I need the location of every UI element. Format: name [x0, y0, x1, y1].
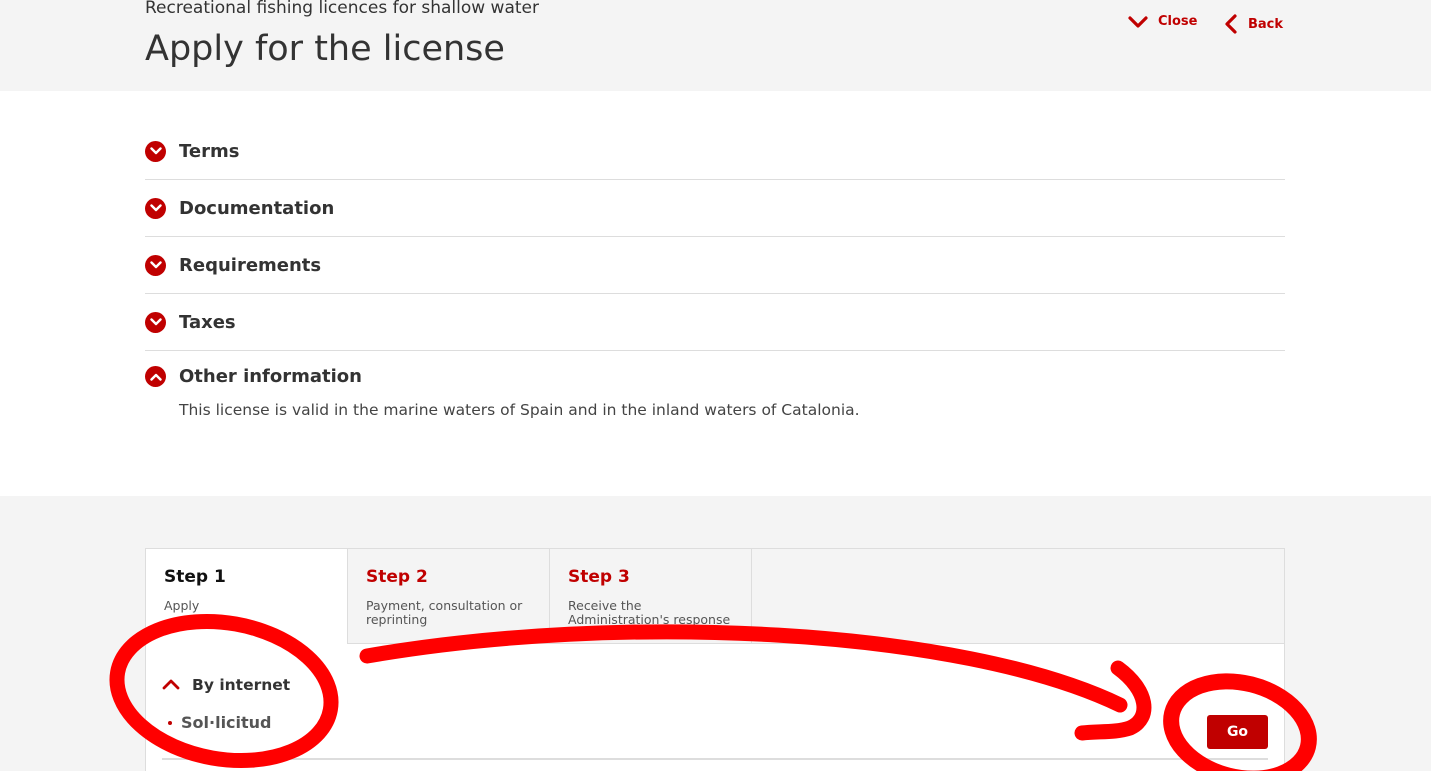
tab-step-2[interactable]: Step 2 Payment, consultation or reprinti…	[348, 549, 550, 644]
chevron-down-circle-icon	[145, 140, 166, 162]
accordion-label: Requirements	[179, 254, 322, 276]
accordion-item-terms[interactable]: Terms	[145, 123, 1285, 180]
chevron-down-icon	[1128, 15, 1148, 29]
accordion-label: Documentation	[179, 197, 335, 219]
accordion-item-other-information[interactable]: Other information This license is valid …	[145, 351, 1285, 419]
steps-tabs: Step 1 Apply Step 2 Payment, consultatio…	[146, 549, 1284, 644]
back-link[interactable]: Back	[1224, 14, 1283, 34]
back-label: Back	[1248, 16, 1284, 32]
tab-step-1[interactable]: Step 1 Apply	[146, 549, 348, 644]
tabs-filler	[752, 549, 1284, 644]
steps-panel: Step 1 Apply Step 2 Payment, consultatio…	[145, 548, 1285, 771]
divider	[162, 758, 1268, 760]
go-button[interactable]: Go	[1207, 715, 1268, 749]
step-description: Receive the Administration's response	[568, 598, 731, 627]
method-label: By internet	[192, 675, 291, 694]
accordion-label: Terms	[179, 140, 240, 162]
page-subtitle: Recreational fishing licences for shallo…	[145, 0, 539, 18]
chevron-down-circle-icon	[145, 254, 166, 276]
page-header: Recreational fishing licences for shallo…	[0, 0, 1431, 91]
tab-step-3[interactable]: Step 3 Receive the Administration's resp…	[550, 549, 752, 644]
step-title: Step 3	[568, 567, 630, 587]
accordion-item-taxes[interactable]: Taxes	[145, 294, 1285, 351]
close-link[interactable]: Close	[1128, 14, 1197, 29]
step-title: Step 1	[164, 567, 226, 587]
chevron-down-circle-icon	[145, 311, 166, 333]
method-toggle-by-internet[interactable]: By internet	[162, 675, 290, 694]
chevron-up-circle-icon	[145, 366, 166, 387]
procedure-section: Step 1 Apply Step 2 Payment, consultatio…	[0, 496, 1431, 771]
step-title: Step 2	[366, 567, 428, 587]
accordion-label: Other information	[179, 366, 362, 387]
step-description: Payment, consultation or reprinting	[366, 598, 523, 627]
method-item-sollicitud[interactable]: Sol·licitud	[168, 713, 272, 732]
accordion-item-requirements[interactable]: Requirements	[145, 237, 1285, 294]
chevron-left-icon	[1224, 14, 1238, 34]
chevron-down-circle-icon	[145, 197, 166, 219]
method-item-label: Sol·licitud	[181, 713, 272, 732]
close-label: Close	[1158, 14, 1198, 29]
page-title: Apply for the license	[145, 29, 505, 69]
accordion-body-text: This license is valid in the marine wate…	[179, 401, 860, 419]
bullet-icon	[168, 720, 172, 725]
accordion-label: Taxes	[179, 311, 236, 333]
chevron-up-icon	[162, 675, 180, 694]
step-description: Apply	[164, 598, 200, 613]
accordion-item-documentation[interactable]: Documentation	[145, 180, 1285, 237]
info-accordion: Terms Documentation Requirements Taxes O…	[145, 123, 1285, 419]
